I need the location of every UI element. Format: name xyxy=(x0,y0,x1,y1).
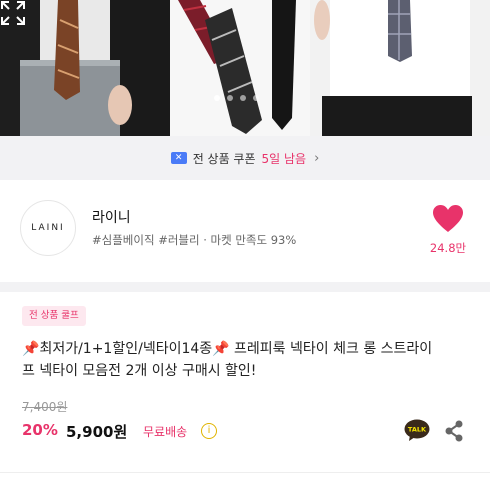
product-title: 📌최저가/1+1할인/넥타이14종📌 프레피룩 넥타이 체크 롱 스트라이프 넥… xyxy=(22,338,442,382)
free-shipping-label: 무료배송 xyxy=(143,425,188,439)
chevron-right-icon: › xyxy=(314,150,320,166)
coupon-label: 전 상품 쿠폰 xyxy=(192,151,256,166)
section-divider xyxy=(0,472,490,473)
share-icon[interactable] xyxy=(443,419,465,443)
shop-tags: #심플베이직 #러블리 · 마켓 만족도 93% xyxy=(92,233,297,247)
coupon-badge: 전 상품 쿨프 xyxy=(22,306,86,326)
carousel-dot[interactable] xyxy=(227,95,233,101)
kakao-talk-icon[interactable]: TALK xyxy=(404,419,430,441)
like-count: 24.8만 xyxy=(429,241,467,255)
product-image-carousel[interactable] xyxy=(0,0,490,136)
pin-icon: 📌 xyxy=(212,341,230,357)
shop-name[interactable]: 라이니 xyxy=(92,207,131,227)
pin-icon: 📌 xyxy=(22,341,40,357)
carousel-dot[interactable] xyxy=(214,95,220,101)
coupon-icon: ✕ xyxy=(170,152,187,164)
product-photo xyxy=(0,0,490,136)
discount-rate: 20% xyxy=(22,421,58,439)
shop-logo[interactable]: LAINI xyxy=(20,200,76,256)
talk-label: TALK xyxy=(408,426,427,434)
coupon-banner[interactable]: ✕ 전 상품 쿠폰 5일 남음 › xyxy=(0,136,490,180)
product-title-part1: 최저가/1+1할인/넥타이14종 xyxy=(39,341,213,357)
carousel-dot[interactable] xyxy=(253,95,259,101)
carousel-indicator xyxy=(214,95,259,101)
expand-icon[interactable] xyxy=(0,0,26,26)
heart-icon[interactable] xyxy=(432,204,464,234)
sale-price: 5,900원 xyxy=(66,423,128,441)
info-icon[interactable]: i xyxy=(201,423,217,439)
section-divider xyxy=(0,282,490,292)
carousel-dot[interactable] xyxy=(240,95,246,101)
original-price: 7,400원 xyxy=(22,400,68,414)
coupon-remaining: 5일 남음 xyxy=(261,151,307,166)
